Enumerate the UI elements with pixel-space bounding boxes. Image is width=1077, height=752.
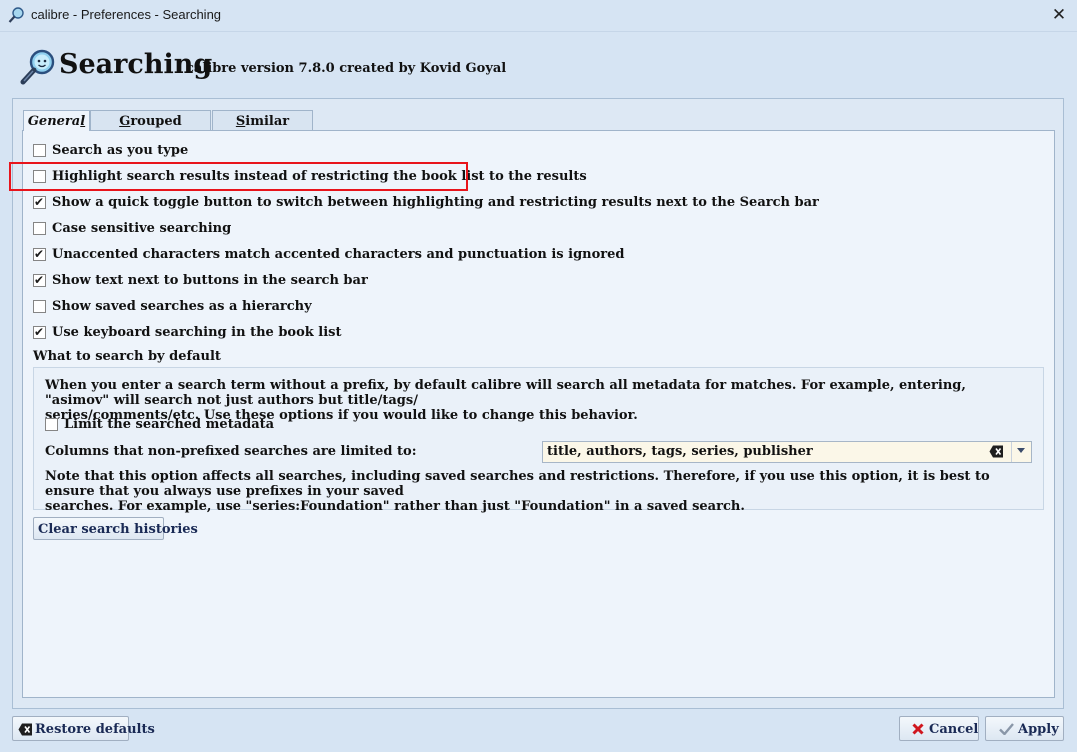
button-label: Apply (1018, 722, 1059, 737)
red-highlight-box (9, 162, 468, 191)
version-text: calibre version 7.8.0 created by Kovid G… (186, 61, 507, 76)
columns-limited-label: Columns that non-prefixed searches are l… (45, 444, 417, 459)
button-label: Clear search histories (38, 522, 198, 537)
checkbox[interactable] (33, 222, 46, 235)
combo-separator (1011, 442, 1012, 462)
option-label: Limit the searched metadata (64, 417, 275, 432)
calibre-app-icon (8, 7, 24, 23)
tab-grouped-searches[interactable]: Grouped searches (90, 110, 211, 144)
tab-general[interactable]: General (23, 110, 90, 131)
note-line: searches. For example, use "series:Found… (45, 499, 745, 514)
chevron-down-icon[interactable] (1017, 448, 1025, 453)
help-line: When you enter a search term without a p… (45, 378, 966, 408)
clear-search-histories-button[interactable]: Clear search histories (33, 517, 198, 540)
title-bar: calibre - Preferences - Searching ✕ (0, 0, 1077, 32)
clear-icon (18, 723, 32, 736)
checkbox[interactable] (33, 300, 46, 313)
option-label: Unaccented characters match accented cha… (52, 247, 625, 262)
button-label: Restore defaults (35, 722, 155, 737)
default-search-note: Note that this option affects all search… (45, 469, 1030, 514)
apply-button[interactable]: Apply (985, 716, 1064, 741)
checkbox[interactable] (45, 418, 58, 431)
option-label: Use keyboard searching in the book list (52, 325, 342, 340)
option-label: Show saved searches as a hierarchy (52, 299, 312, 314)
clear-field-icon[interactable] (989, 445, 1004, 458)
window-title: calibre - Preferences - Searching (31, 7, 222, 22)
page-header: Searching calibre version 7.8.0 created … (0, 31, 1077, 98)
tab-general-label: General (27, 114, 86, 129)
checkbox[interactable] (33, 144, 46, 157)
note-line: Note that this option affects all search… (45, 469, 990, 499)
checkmark-icon (999, 723, 1014, 735)
tab-similar-books[interactable]: Similar books (212, 110, 313, 144)
checkbox[interactable] (33, 324, 46, 340)
checkbox[interactable] (33, 246, 46, 262)
close-icon[interactable]: ✕ (1049, 5, 1069, 25)
section-title-default-search: What to search by default (33, 349, 221, 364)
option-label: Case sensitive searching (52, 221, 232, 236)
cancel-x-icon (912, 723, 924, 735)
search-magnifier-icon (20, 49, 55, 85)
checkbox[interactable] (33, 194, 46, 210)
columns-combo-box[interactable]: title, authors, tags, series, publisher (542, 441, 1032, 463)
checkbox[interactable] (33, 272, 46, 288)
option-label: Show text next to buttons in the search … (52, 273, 368, 288)
restore-defaults-button[interactable]: Restore defaults (12, 716, 155, 741)
cancel-button[interactable]: Cancel (899, 716, 979, 741)
button-label: Cancel (929, 722, 979, 737)
option-label: Show a quick toggle button to switch bet… (52, 195, 819, 210)
option-label: Search as you type (52, 143, 189, 158)
columns-value: title, authors, tags, series, publisher (547, 444, 813, 459)
